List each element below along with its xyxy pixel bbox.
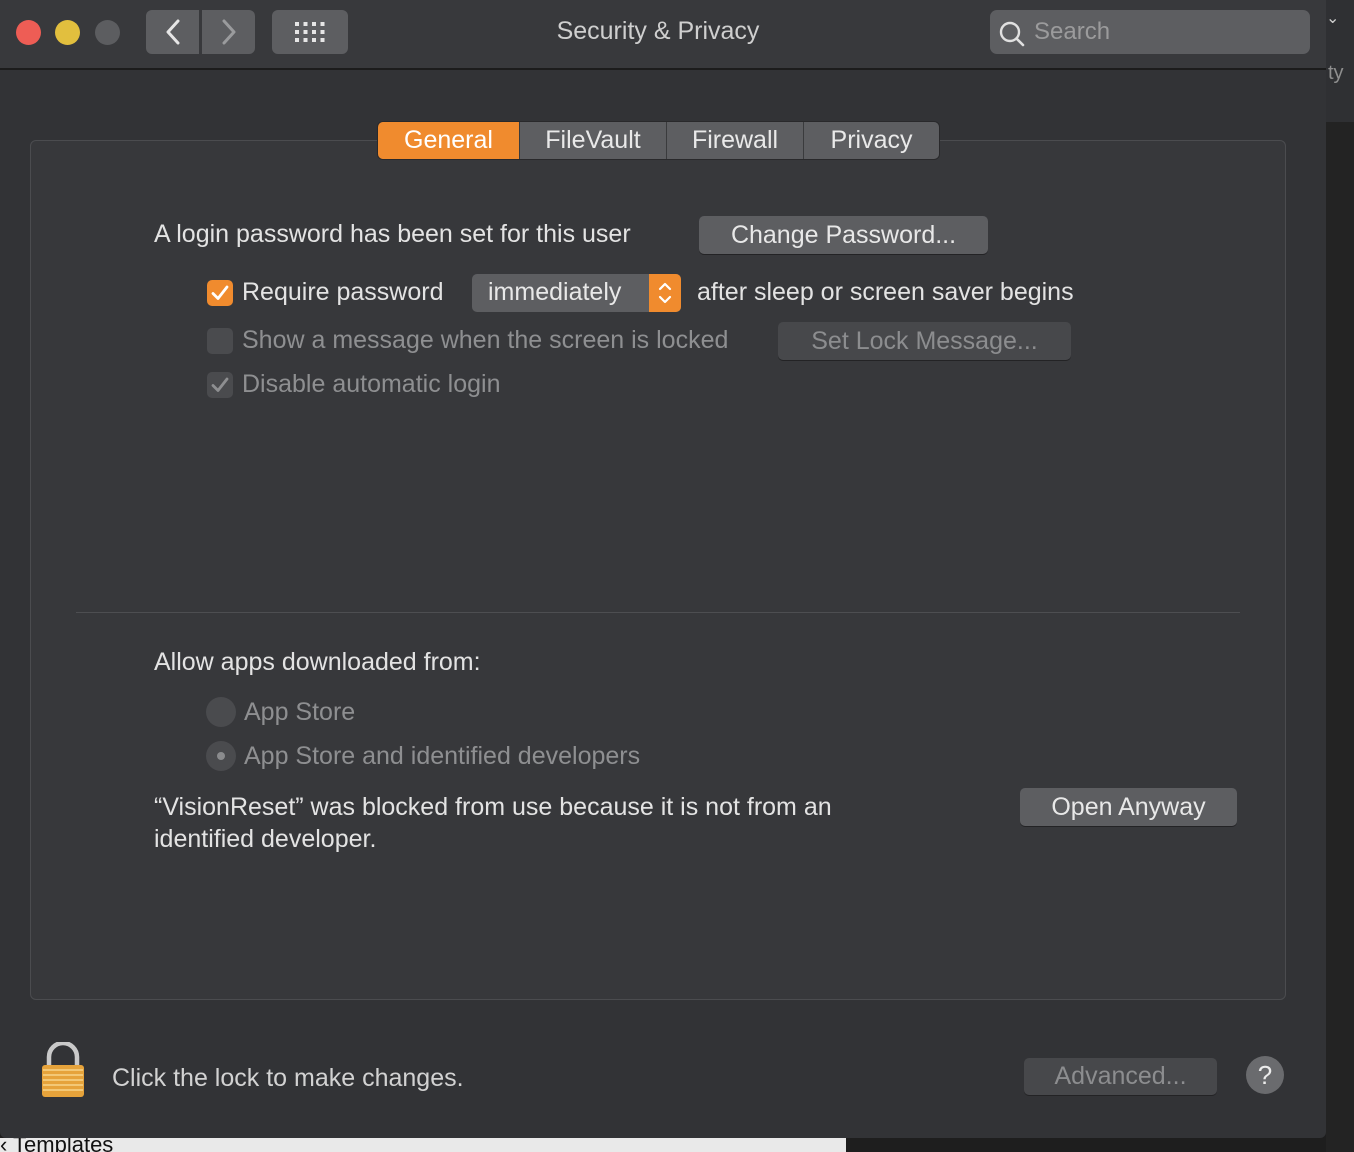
disable-auto-login-checkbox[interactable]: [207, 372, 233, 398]
padlock-icon: [42, 1040, 84, 1097]
disable-auto-login-label: Disable automatic login: [242, 370, 501, 398]
open-anyway-button[interactable]: Open Anyway: [1020, 788, 1237, 826]
advanced-button[interactable]: Advanced...: [1024, 1058, 1217, 1095]
background-edge-text: ty: [1328, 62, 1344, 84]
checkmark-icon: [211, 285, 229, 300]
tab-firewall[interactable]: Firewall: [666, 122, 803, 159]
checkmark-icon: [211, 377, 229, 392]
blocked-app-message: “VisionReset” was blocked from use becau…: [154, 793, 832, 853]
content-panel: [30, 140, 1286, 1000]
search-input[interactable]: [1034, 15, 1294, 49]
allow-apps-heading: Allow apps downloaded from:: [154, 648, 481, 676]
radio-app-store-identified[interactable]: [206, 741, 236, 771]
tab-general[interactable]: General: [378, 122, 519, 159]
search-icon: [999, 21, 1025, 47]
tab-filevault[interactable]: FileVault: [519, 122, 666, 159]
radio-app-store[interactable]: [206, 697, 236, 727]
popup-arrows-icon: [649, 274, 681, 312]
background-window-edge: [1326, 0, 1354, 1152]
lock-hint-text: Click the lock to make changes.: [112, 1064, 464, 1092]
require-password-checkbox[interactable]: [207, 280, 233, 306]
lock-button[interactable]: [40, 1040, 86, 1103]
require-password-label: Require password: [242, 278, 444, 306]
security-privacy-window: Security & Privacy General FileVault Fir…: [0, 0, 1326, 1138]
set-lock-message-button[interactable]: Set Lock Message...: [778, 322, 1071, 360]
tab-bar: General FileVault Firewall Privacy: [378, 122, 939, 159]
background-bottom-strip: ‹ Templates: [0, 1138, 846, 1152]
chevron-down-icon: ⌄: [1326, 10, 1340, 27]
show-message-checkbox[interactable]: [207, 328, 233, 354]
password-delay-popup[interactable]: immediately: [472, 274, 681, 312]
help-button[interactable]: ?: [1246, 1056, 1284, 1094]
require-password-suffix: after sleep or screen saver begins: [697, 278, 1074, 306]
login-password-status: A login password has been set for this u…: [154, 220, 631, 248]
search-field[interactable]: [990, 10, 1310, 54]
password-delay-value: immediately: [488, 278, 622, 306]
radio-app-store-identified-label: App Store and identified developers: [244, 742, 641, 770]
radio-selected-dot: [217, 752, 225, 760]
title-bar: Security & Privacy: [0, 0, 1326, 70]
background-bottom-text: ‹ Templates: [0, 1138, 114, 1152]
section-divider: [76, 612, 1240, 613]
change-password-button[interactable]: Change Password...: [699, 216, 988, 254]
radio-app-store-label: App Store: [244, 698, 356, 726]
tab-privacy[interactable]: Privacy: [803, 122, 939, 159]
show-message-label: Show a message when the screen is locked: [242, 326, 729, 354]
